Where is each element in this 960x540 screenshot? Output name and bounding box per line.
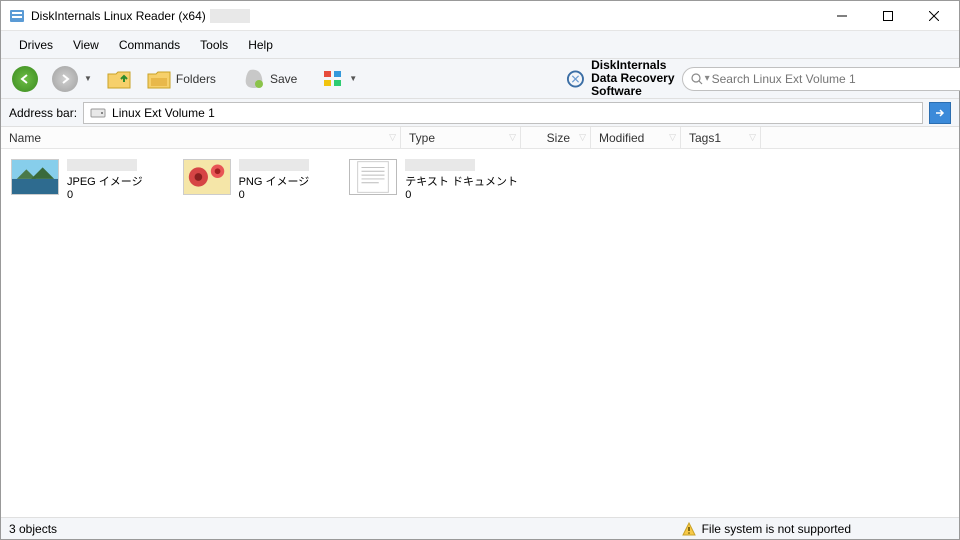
filter-icon[interactable]: ▽ xyxy=(509,132,516,143)
grid-icon xyxy=(323,70,343,88)
chevron-down-icon: ▼ xyxy=(84,74,92,83)
filter-icon[interactable]: ▽ xyxy=(669,132,676,143)
column-modified[interactable]: Modified▽ xyxy=(591,127,681,148)
save-button[interactable]: Save xyxy=(237,65,302,93)
view-mode-button[interactable]: ▼ xyxy=(318,67,362,91)
columns-header: Name▽ Type▽ Size▽ Modified▽ Tags1▽ xyxy=(1,127,959,149)
thumbnail-flower xyxy=(183,159,231,195)
filename-redacted xyxy=(239,159,309,171)
filter-icon[interactable]: ▽ xyxy=(389,132,396,143)
list-item[interactable]: JPEG イメージ 0 xyxy=(11,159,143,201)
maximize-button[interactable] xyxy=(865,1,911,31)
column-type[interactable]: Type▽ xyxy=(401,127,521,148)
file-type: PNG イメージ xyxy=(239,173,310,189)
brand-block[interactable]: DiskInternals Data Recovery Software xyxy=(566,59,677,99)
drive-icon xyxy=(90,107,106,119)
toolbar: ▼ Folders Save ▼ DiskInternals Data Reco… xyxy=(1,59,959,99)
save-icon xyxy=(242,68,266,90)
file-type: JPEG イメージ xyxy=(67,173,143,189)
folder-up-icon xyxy=(106,68,132,90)
close-button[interactable] xyxy=(911,1,957,31)
folders-label: Folders xyxy=(176,72,216,86)
search-icon xyxy=(691,73,703,85)
file-list: JPEG イメージ 0 PNG イメージ 0 テキスト ドキュメント 0 xyxy=(1,149,959,517)
titlebar: DiskInternals Linux Reader (x64) xyxy=(1,1,959,31)
window-title: DiskInternals Linux Reader (x64) xyxy=(31,9,206,23)
back-icon xyxy=(12,66,38,92)
nav-forward-button[interactable]: ▼ xyxy=(47,63,97,95)
status-warning: File system is not supported xyxy=(682,522,851,536)
address-input[interactable]: Linux Ext Volume 1 xyxy=(83,102,923,124)
column-size[interactable]: Size▽ xyxy=(521,127,591,148)
list-item[interactable]: PNG イメージ 0 xyxy=(183,159,310,201)
forward-icon xyxy=(52,66,78,92)
menu-drives[interactable]: Drives xyxy=(9,34,63,56)
statusbar: 3 objects File system is not supported xyxy=(1,517,959,539)
folders-icon xyxy=(146,68,172,90)
object-count: 3 objects xyxy=(9,522,57,536)
menubar: Drives View Commands Tools Help xyxy=(1,31,959,59)
filter-icon[interactable]: ▽ xyxy=(749,132,756,143)
brand-icon xyxy=(566,64,585,94)
menu-help[interactable]: Help xyxy=(238,34,283,56)
warning-icon xyxy=(682,522,696,536)
app-icon xyxy=(9,8,25,24)
search-box[interactable]: ▾ xyxy=(682,67,960,91)
thumbnail-landscape xyxy=(11,159,59,195)
menu-view[interactable]: View xyxy=(63,34,109,56)
file-type: テキスト ドキュメント xyxy=(405,173,518,189)
arrow-right-icon xyxy=(934,107,946,119)
brand-line1: DiskInternals xyxy=(591,59,677,72)
addressbar: Address bar: Linux Ext Volume 1 xyxy=(1,99,959,127)
up-button[interactable] xyxy=(101,65,137,93)
brand-line2: Data Recovery Software xyxy=(591,72,677,98)
menu-tools[interactable]: Tools xyxy=(190,34,238,56)
title-redacted xyxy=(210,9,250,23)
window-controls xyxy=(819,1,957,31)
column-name[interactable]: Name▽ xyxy=(1,127,401,148)
minimize-button[interactable] xyxy=(819,1,865,31)
menu-commands[interactable]: Commands xyxy=(109,34,190,56)
filename-redacted xyxy=(405,159,475,171)
chevron-down-icon: ▼ xyxy=(349,74,357,83)
file-count: 0 xyxy=(239,189,310,201)
file-count: 0 xyxy=(405,189,518,201)
column-tags[interactable]: Tags1▽ xyxy=(681,127,761,148)
chevron-down-icon: ▾ xyxy=(705,73,710,84)
filter-icon[interactable]: ▽ xyxy=(579,132,586,143)
go-button[interactable] xyxy=(929,102,951,124)
nav-back-button[interactable] xyxy=(7,63,43,95)
filename-redacted xyxy=(67,159,137,171)
folders-button[interactable]: Folders xyxy=(141,65,221,93)
addressbar-label: Address bar: xyxy=(9,106,77,120)
warning-text: File system is not supported xyxy=(702,522,851,536)
thumbnail-text xyxy=(349,159,397,195)
file-count: 0 xyxy=(67,189,143,201)
address-path: Linux Ext Volume 1 xyxy=(112,106,215,120)
save-label: Save xyxy=(270,72,297,86)
list-item[interactable]: テキスト ドキュメント 0 xyxy=(349,159,518,201)
search-input[interactable] xyxy=(712,72,960,86)
